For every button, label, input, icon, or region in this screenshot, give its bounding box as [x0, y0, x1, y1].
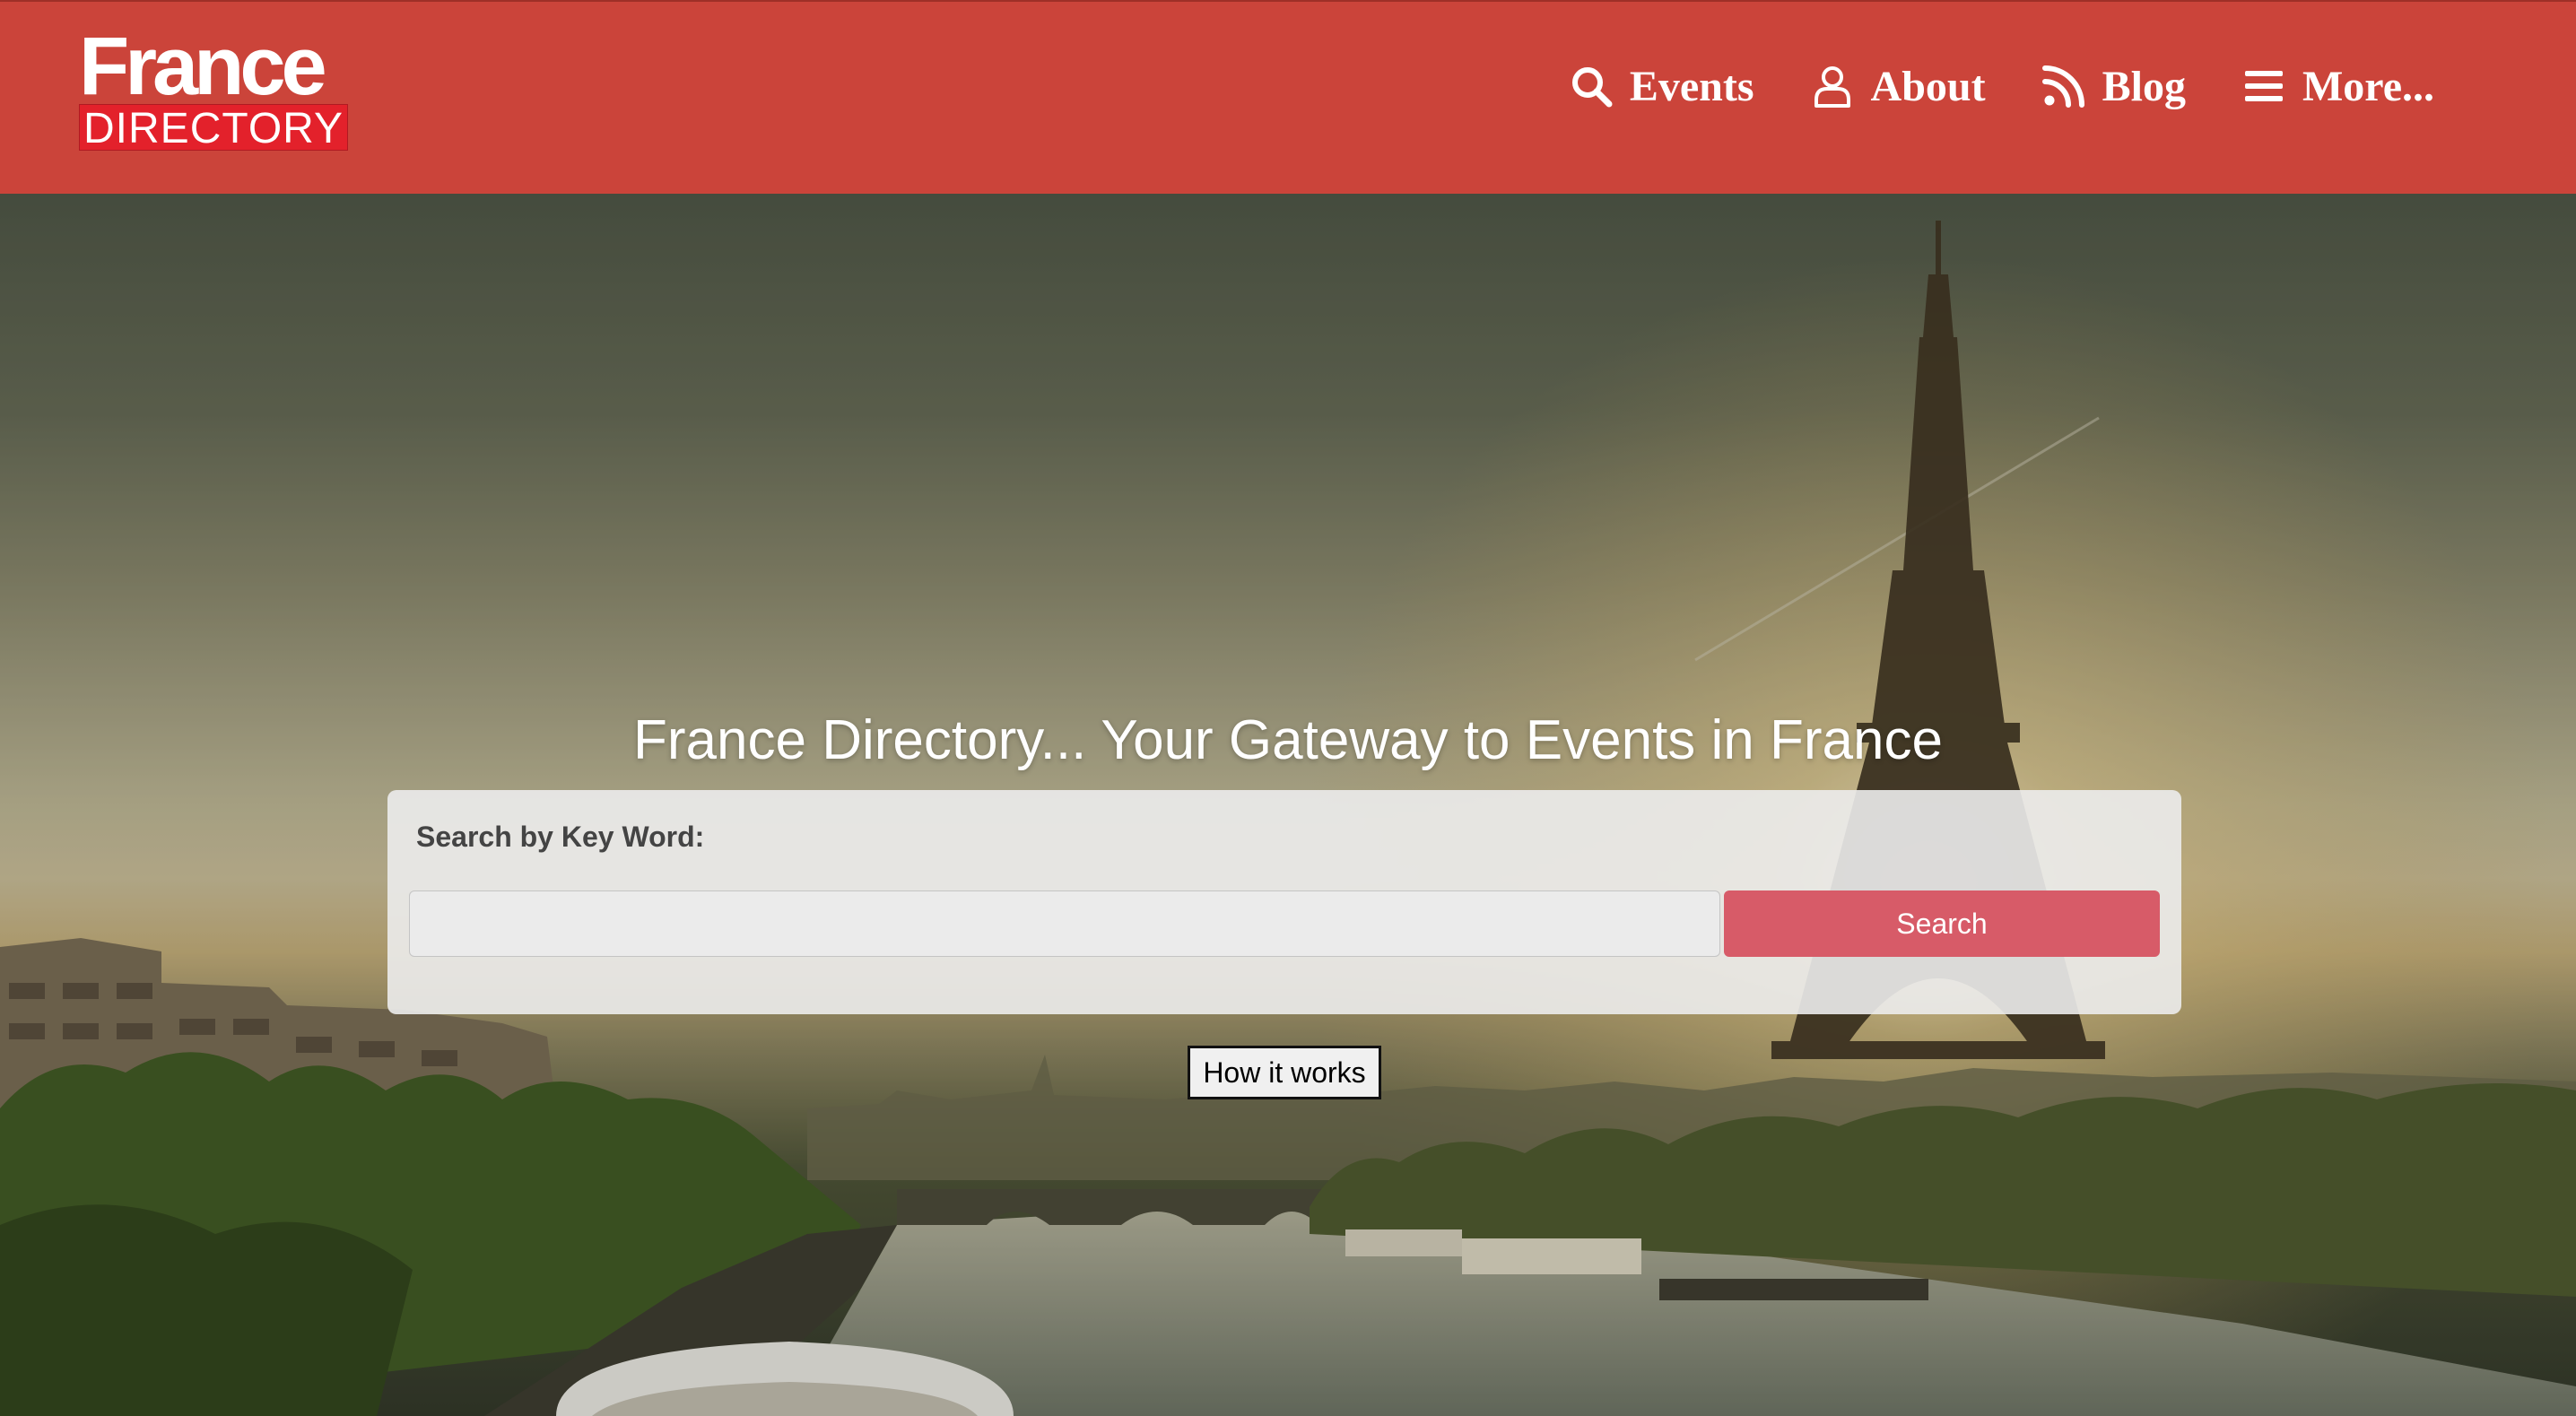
search-button[interactable]: Search	[1724, 890, 2160, 957]
user-icon	[1810, 64, 1855, 109]
site-header: France DIRECTORY Events About Blog More.…	[0, 0, 2576, 194]
main-nav: Events About Blog More...	[1569, 54, 2434, 118]
search-input[interactable]	[409, 890, 1720, 957]
logo-subtitle: DIRECTORY	[79, 104, 348, 152]
nav-more-label: More...	[2302, 62, 2434, 110]
nav-events[interactable]: Events	[1569, 54, 1754, 118]
nav-blog[interactable]: Blog	[2041, 54, 2186, 118]
nav-about-label: About	[1870, 62, 1986, 110]
nav-more[interactable]: More...	[2241, 54, 2434, 118]
logo-wordmark: France	[79, 21, 327, 112]
nav-events-label: Events	[1629, 62, 1754, 110]
menu-icon	[2241, 64, 2286, 109]
search-panel: Search by Key Word: Search	[387, 790, 2181, 1014]
search-icon	[1569, 64, 1614, 109]
hero-section: France Directory... Your Gateway to Even…	[0, 194, 2576, 1416]
how-it-works-button[interactable]: How it works	[1188, 1046, 1381, 1099]
hero-title: France Directory... Your Gateway to Even…	[633, 709, 1943, 771]
rss-icon	[2041, 64, 2086, 109]
search-label: Search by Key Word:	[416, 821, 705, 853]
site-logo[interactable]: France DIRECTORY	[79, 21, 348, 152]
nav-about[interactable]: About	[1810, 54, 1986, 118]
nav-blog-label: Blog	[2102, 62, 2186, 110]
